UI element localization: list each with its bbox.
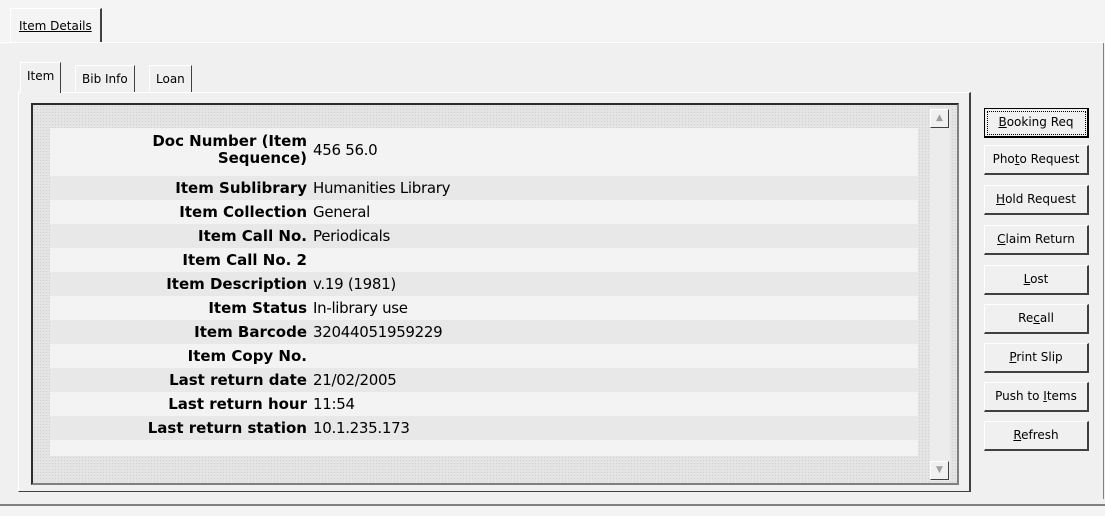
tab-bib-info[interactable]: Bib Info <box>75 65 135 92</box>
tab-item-details[interactable]: Item Details <box>10 8 102 42</box>
lost-button[interactable]: Lost <box>984 265 1089 295</box>
field-value: Humanities Library <box>313 179 451 197</box>
photo-request-button[interactable]: Photo Request <box>984 145 1089 175</box>
refresh-button[interactable]: Refresh <box>984 421 1089 451</box>
field-label: Item Sublibrary <box>175 178 307 197</box>
print-slip-button[interactable]: Print Slip <box>984 343 1089 373</box>
recall-button[interactable]: Recall <box>984 304 1089 334</box>
tab-bib-info-label: Bib Info <box>82 72 128 86</box>
field-label: Item Call No. <box>198 226 307 245</box>
hold-request-button[interactable]: Hold Request <box>984 185 1089 215</box>
field-value: 21/02/2005 <box>313 371 397 389</box>
vertical-scrollbar[interactable]: ▲ ▼ <box>930 109 950 481</box>
scroll-up-icon[interactable]: ▲ <box>930 109 949 128</box>
field-label: Item Status <box>208 298 307 317</box>
field-label: Last return date <box>169 370 307 389</box>
field-row: Item Sublibrary Humanities Library <box>50 176 918 200</box>
field-label: Last return hour <box>168 394 307 413</box>
item-fields-list: Doc Number (Item Sequence) 456 56.0 Item… <box>50 128 918 456</box>
scroll-down-icon[interactable]: ▼ <box>930 461 949 480</box>
field-label: Item Copy No. <box>187 346 307 365</box>
field-value: Periodicals <box>313 227 391 245</box>
booking-request-button[interactable]: Booking Req <box>984 108 1089 138</box>
field-value: 11:54 <box>313 395 355 413</box>
field-label: Item Barcode <box>194 322 307 341</box>
claim-return-button[interactable]: Claim Return <box>984 225 1089 255</box>
field-value: 32044051959229 <box>313 323 443 341</box>
field-row: Item Status In-library use <box>50 296 918 320</box>
field-row: Item Barcode 32044051959229 <box>50 320 918 344</box>
tab-item[interactable]: Item <box>20 62 62 93</box>
field-value: v.19 (1981) <box>313 275 396 293</box>
field-value: In-library use <box>313 299 408 317</box>
field-value: 10.1.235.173 <box>313 419 410 437</box>
field-label: Item Description <box>166 274 307 293</box>
field-row: Doc Number (Item Sequence) 456 56.0 <box>50 128 918 172</box>
field-row: Item Call No. 2 <box>50 248 918 272</box>
field-value: General <box>313 203 371 221</box>
tab-loan[interactable]: Loan <box>149 65 192 92</box>
field-row: Item Description v.19 (1981) <box>50 272 918 296</box>
field-row: Item Copy No. <box>50 344 918 368</box>
field-value: 456 56.0 <box>313 141 378 159</box>
field-row: Item Collection General <box>50 200 918 224</box>
field-label: Item Call No. 2 <box>182 250 307 269</box>
push-to-items-button[interactable]: Push to Items <box>984 382 1089 412</box>
field-label: Last return station <box>147 418 307 437</box>
tab-item-details-label: Item Details <box>19 19 92 33</box>
field-label: Doc Number (Item Sequence) <box>152 132 307 167</box>
field-row: Last return station 10.1.235.173 <box>50 416 918 440</box>
field-row: Item Call No. Periodicals <box>50 224 918 248</box>
outer-tab-strip <box>0 0 1105 44</box>
tab-item-label: Item <box>27 69 55 83</box>
field-row: Last return hour 11:54 <box>50 392 918 416</box>
window-bottom-strip <box>0 506 1105 516</box>
field-row: Last return date 21/02/2005 <box>50 368 918 392</box>
field-label: Item Collection <box>179 202 307 221</box>
tab-loan-label: Loan <box>156 72 185 86</box>
